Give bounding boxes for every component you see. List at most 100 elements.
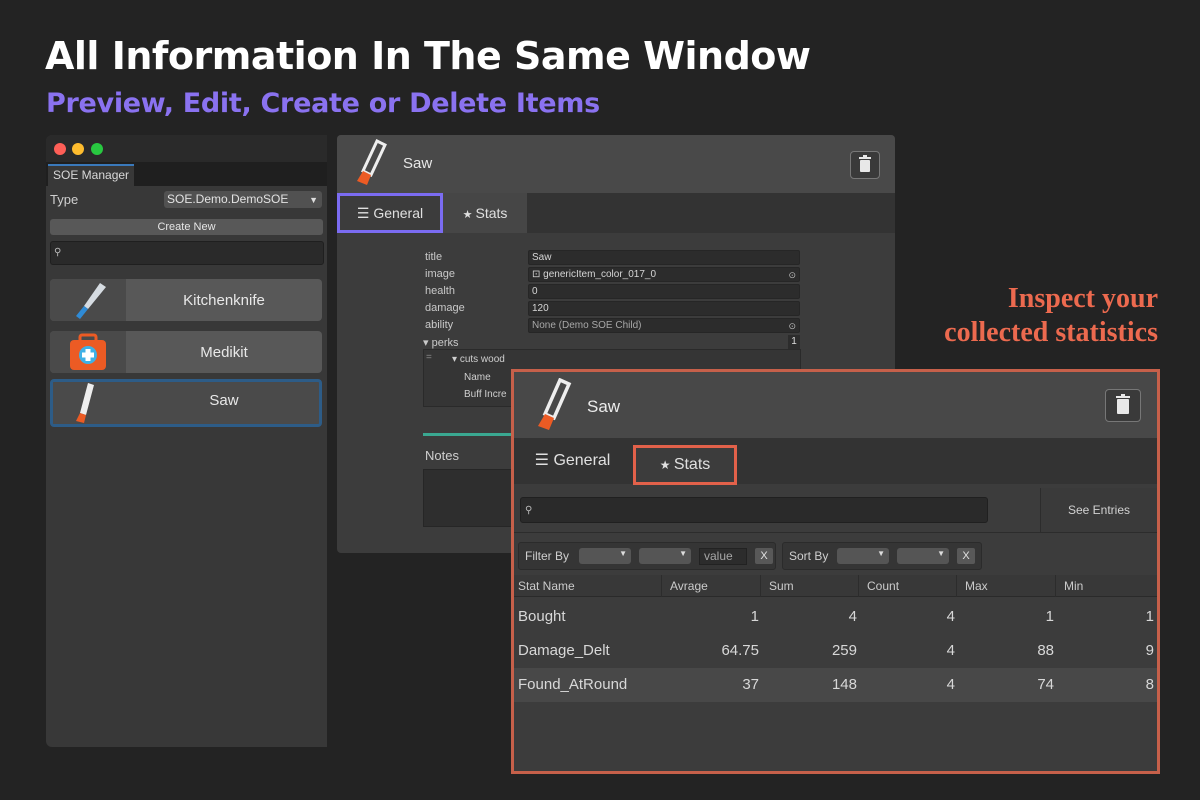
cell-sum: 259 bbox=[831, 642, 857, 659]
perks-foldout[interactable]: ▾ perks bbox=[423, 336, 458, 349]
create-new-button[interactable]: Create New bbox=[50, 219, 323, 235]
soe-manager-window: SOE Manager Type SOE.Demo.DemoSOE ▼ Crea… bbox=[46, 135, 327, 747]
ability-field-value: None (Demo SOE Child) bbox=[532, 320, 642, 331]
filter-value-input[interactable]: value bbox=[699, 548, 747, 565]
editor-tabbar: ☰ General ★ Stats bbox=[337, 193, 895, 233]
stats-header: Saw bbox=[514, 372, 1157, 438]
minimize-window-button[interactable] bbox=[72, 143, 84, 155]
column-header-min[interactable]: Min bbox=[1056, 575, 1157, 597]
perk-foldout[interactable]: ▾ cuts wood bbox=[452, 354, 505, 365]
tab-stats[interactable]: ★ Stats bbox=[633, 445, 737, 485]
damage-field[interactable]: 120 bbox=[528, 301, 800, 316]
drag-handle-icon[interactable]: = bbox=[426, 352, 432, 363]
delete-item-button[interactable] bbox=[850, 151, 880, 179]
clear-sort-button[interactable]: X bbox=[957, 548, 975, 564]
list-item-label: Saw bbox=[209, 392, 239, 409]
cell-count: 4 bbox=[946, 642, 955, 659]
title-field[interactable]: Saw bbox=[528, 250, 800, 265]
cell-average: 64.75 bbox=[721, 642, 759, 659]
stats-search-input[interactable]: ⚲ bbox=[520, 497, 988, 523]
field-key: health bbox=[425, 285, 455, 297]
type-select[interactable]: SOE.Demo.DemoSOE ▼ bbox=[164, 191, 322, 208]
type-label: Type bbox=[50, 192, 79, 207]
cell-max: 1 bbox=[1045, 608, 1054, 625]
list-item-saw[interactable]: Saw bbox=[50, 379, 322, 427]
column-header-count[interactable]: Count bbox=[859, 575, 957, 597]
cell-average: 37 bbox=[742, 676, 759, 693]
tab-stats-label: Stats bbox=[673, 456, 711, 473]
ability-field[interactable]: None (Demo SOE Child) ⊙ bbox=[528, 318, 800, 333]
list-item-medikit[interactable]: Medikit bbox=[50, 331, 322, 373]
item-name: Saw bbox=[587, 397, 621, 416]
field-row-health: health 0 bbox=[337, 284, 895, 300]
column-header-max[interactable]: Max bbox=[957, 575, 1056, 597]
saw-icon bbox=[53, 382, 126, 424]
column-header-sum[interactable]: Sum bbox=[761, 575, 859, 597]
saw-icon bbox=[538, 378, 572, 430]
editor-header: Saw bbox=[337, 135, 895, 193]
field-row-image: image ⊡ genericItem_color_017_0 ⊙ bbox=[337, 267, 895, 283]
stats-window: Saw ☰ General ★ Stats ⚲ See Entries Filt… bbox=[511, 369, 1160, 774]
column-header-stat-name[interactable]: Stat Name bbox=[514, 575, 662, 597]
cell-sum: 4 bbox=[848, 608, 857, 625]
notes-label: Notes bbox=[425, 448, 459, 463]
star-icon: ★ bbox=[659, 458, 674, 472]
tab-general[interactable]: ☰ General bbox=[514, 438, 631, 484]
chevron-down-icon: ▼ bbox=[679, 549, 687, 558]
stats-table-header: Stat Name Avrage Sum Count Max Min bbox=[514, 575, 1157, 597]
cell-stat-name: Bought bbox=[518, 608, 566, 625]
list-icon: ☰ bbox=[534, 452, 554, 469]
zoom-window-button[interactable] bbox=[91, 143, 103, 155]
image-field-value: genericItem_color_017_0 bbox=[543, 269, 657, 280]
callout-line-2: collected statistics bbox=[944, 317, 1158, 348]
table-row[interactable]: Found_AtRound 37 148 4 74 8 bbox=[514, 668, 1157, 702]
column-header-average[interactable]: Avrage bbox=[662, 575, 761, 597]
tab-general-label: General bbox=[373, 205, 424, 221]
cell-stat-name: Damage_Delt bbox=[518, 642, 610, 659]
cell-max: 74 bbox=[1037, 676, 1054, 693]
sort-field-dropdown[interactable]: ▼ bbox=[837, 548, 889, 564]
delete-item-button[interactable] bbox=[1105, 389, 1141, 422]
type-select-value: SOE.Demo.DemoSOE bbox=[167, 192, 289, 206]
filter-field-dropdown[interactable]: ▼ bbox=[579, 548, 631, 564]
clear-filter-button[interactable]: X bbox=[755, 548, 773, 564]
object-picker-icon[interactable]: ⊙ bbox=[788, 320, 796, 333]
perks-count-field[interactable]: 1 bbox=[788, 335, 800, 349]
close-window-button[interactable] bbox=[54, 143, 66, 155]
field-key: ability bbox=[425, 319, 454, 331]
cell-max: 88 bbox=[1037, 642, 1054, 659]
tab-stats[interactable]: ★ Stats bbox=[443, 193, 527, 233]
tab-general[interactable]: ☰ General bbox=[337, 193, 443, 233]
list-item-kitchenknife[interactable]: Kitchenknife bbox=[50, 279, 322, 321]
trash-icon bbox=[859, 155, 871, 172]
type-row: Type SOE.Demo.DemoSOE ▼ bbox=[46, 186, 327, 212]
callout-line-1: Inspect your bbox=[1007, 283, 1158, 314]
search-icon: ⚲ bbox=[54, 247, 62, 258]
list-icon: ☰ bbox=[356, 205, 374, 221]
knife-icon bbox=[50, 279, 126, 321]
chevron-down-icon: ▼ bbox=[309, 195, 318, 205]
tab-general-label: General bbox=[553, 452, 611, 469]
notes-textarea[interactable] bbox=[423, 469, 523, 527]
object-picker-icon[interactable]: ⊙ bbox=[788, 269, 796, 282]
cell-sum: 148 bbox=[831, 676, 857, 693]
image-field[interactable]: ⊡ genericItem_color_017_0 ⊙ bbox=[528, 267, 800, 282]
filter-operator-dropdown[interactable]: ▼ bbox=[639, 548, 691, 564]
health-field[interactable]: 0 bbox=[528, 284, 800, 299]
divider bbox=[514, 532, 1157, 533]
field-key: image bbox=[425, 268, 455, 280]
field-key: title bbox=[425, 251, 443, 263]
medikit-icon bbox=[50, 331, 126, 373]
tab-soe-manager[interactable]: SOE Manager bbox=[48, 164, 135, 186]
chevron-down-icon: ▼ bbox=[877, 549, 885, 558]
chevron-down-icon: ▼ bbox=[937, 549, 945, 558]
star-icon: ★ bbox=[462, 209, 476, 221]
filter-by-label: Filter By bbox=[525, 549, 570, 563]
sort-order-dropdown[interactable]: ▼ bbox=[897, 548, 949, 564]
trash-icon bbox=[1116, 394, 1130, 414]
see-entries-button[interactable]: See Entries bbox=[1040, 488, 1157, 532]
table-row[interactable]: Damage_Delt 64.75 259 4 88 9 bbox=[514, 634, 1157, 668]
item-search-input[interactable]: ⚲ bbox=[50, 241, 324, 265]
perks-label: perks bbox=[431, 337, 459, 349]
table-row[interactable]: Bought 1 4 4 1 1 bbox=[514, 600, 1157, 634]
